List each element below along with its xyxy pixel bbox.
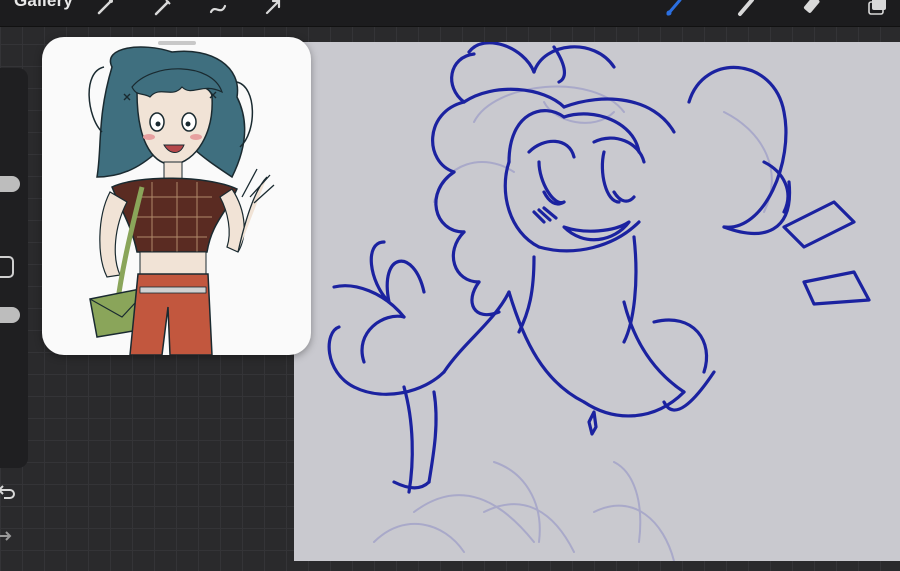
actions-icon[interactable]: [92, 0, 118, 20]
adjustments-icon[interactable]: [150, 0, 176, 20]
selection-icon[interactable]: [205, 0, 231, 20]
smudge-icon[interactable]: [734, 0, 760, 20]
layers-icon[interactable]: [866, 0, 892, 20]
drawing-canvas[interactable]: [294, 42, 900, 561]
brush-icon[interactable]: [662, 0, 688, 20]
reference-image: [88, 46, 275, 355]
brush-size-slider[interactable]: [0, 176, 20, 192]
modify-button[interactable]: [0, 256, 14, 278]
brush-opacity-slider[interactable]: [0, 307, 20, 323]
gallery-button[interactable]: Gallery: [14, 0, 73, 11]
redo-icon[interactable]: [0, 526, 16, 546]
transform-icon[interactable]: [260, 0, 286, 20]
top-toolbar: Gallery: [0, 0, 900, 27]
reference-window[interactable]: [42, 37, 311, 355]
undo-icon[interactable]: [0, 482, 16, 502]
eraser-icon[interactable]: [800, 0, 826, 20]
sketch-layer: [327, 42, 871, 561]
reference-grabber[interactable]: [158, 41, 196, 45]
